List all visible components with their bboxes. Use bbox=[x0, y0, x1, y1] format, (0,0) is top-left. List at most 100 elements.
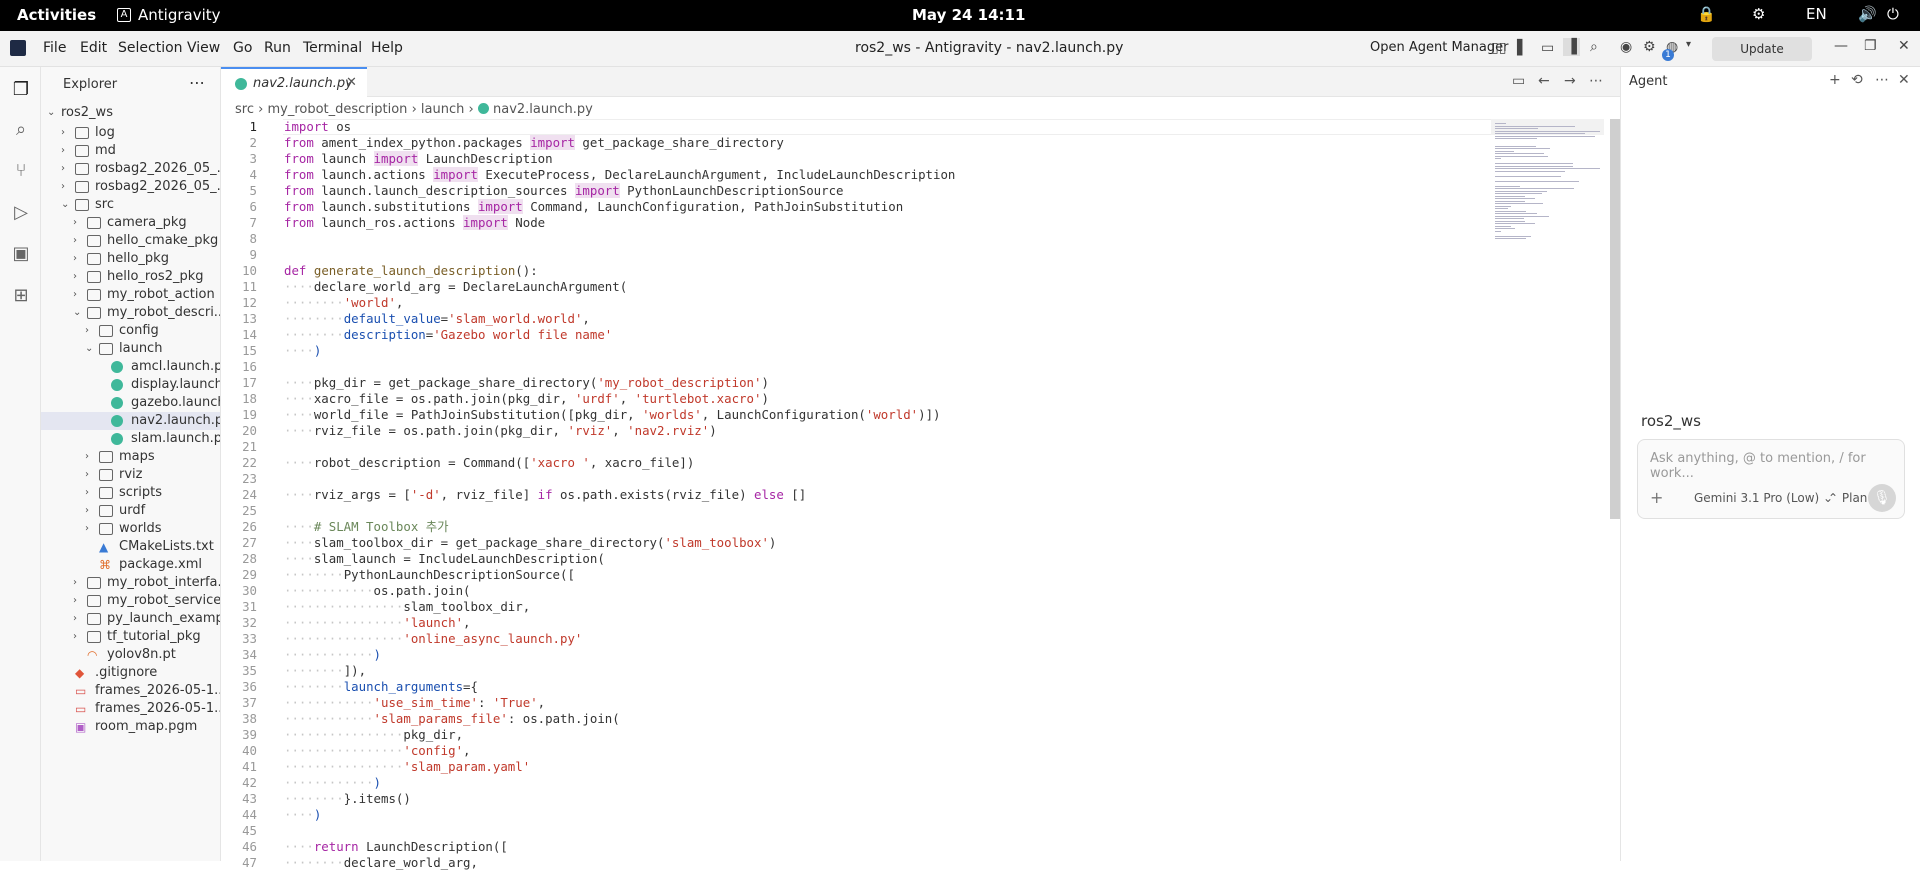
search-icon[interactable]: ⌕ bbox=[1590, 39, 1598, 55]
minimize-icon[interactable]: — bbox=[1834, 38, 1848, 54]
breadcrumb-launch[interactable]: launch bbox=[421, 102, 464, 117]
code-line[interactable]: 16 bbox=[221, 359, 1491, 375]
code-line[interactable]: 3 from launch import LaunchDescription bbox=[221, 151, 1491, 167]
code-line[interactable]: 11 ····declare_world_arg = DeclareLaunchA… bbox=[221, 279, 1491, 295]
toggle-secondary-sidebar-icon[interactable]: ▐ bbox=[1563, 38, 1580, 56]
code-line[interactable]: 37 ············'use_sim_time': 'True', bbox=[221, 695, 1491, 711]
menu-terminal[interactable]: Terminal bbox=[303, 40, 362, 56]
code-line[interactable]: 33 ················'online_async_launch.p… bbox=[221, 631, 1491, 647]
chrome-icon[interactable]: ◉ bbox=[1620, 39, 1632, 55]
update-available-button[interactable]: Update Available bbox=[1712, 37, 1812, 80]
minimap[interactable] bbox=[1491, 119, 1621, 861]
code-line[interactable]: 2 from ament_index_python.packages import… bbox=[221, 135, 1491, 151]
chevron-down-icon[interactable]: ▾ bbox=[1686, 39, 1691, 50]
model-selector[interactable]: Gemini 3.1 Pro (Low) ⌄ bbox=[1694, 491, 1833, 505]
history-icon[interactable]: ⟲ bbox=[1851, 72, 1863, 88]
tree-item[interactable]: › camera_pkg bbox=[41, 214, 220, 232]
tree-item[interactable]: gazebo.launch.py bbox=[41, 394, 220, 412]
code-line[interactable]: 19 ····world_file = PathJoinSubstitution(… bbox=[221, 407, 1491, 423]
code-line[interactable]: 20 ····rviz_file = os.path.join(pkg_dir, … bbox=[221, 423, 1491, 439]
tree-item[interactable]: display.launch.py bbox=[41, 376, 220, 394]
app-menu[interactable]: Antigravity bbox=[138, 6, 221, 24]
tree-item[interactable]: › config bbox=[41, 322, 220, 340]
close-panel-icon[interactable]: ✕ bbox=[1898, 72, 1910, 88]
more-actions-icon[interactable]: ⋯ bbox=[1589, 73, 1603, 89]
code-line[interactable]: 10 def generate_launch_description(): bbox=[221, 263, 1491, 279]
code-line[interactable]: 8 bbox=[221, 231, 1491, 247]
tree-item[interactable]: › rviz bbox=[41, 466, 220, 484]
tree-root[interactable]: ⌄ ros2_ws bbox=[41, 102, 220, 124]
extensions-icon[interactable]: ⊞ bbox=[11, 285, 31, 306]
breadcrumb-file[interactable]: nav2.launch.py bbox=[493, 102, 593, 117]
toggle-primary-sidebar-icon[interactable]: ▌ bbox=[1517, 40, 1528, 56]
code-line[interactable]: 14 ········description='Gazebo world file… bbox=[221, 327, 1491, 343]
code-line[interactable]: 31 ················slam_toolbox_dir, bbox=[221, 599, 1491, 615]
breadcrumb-package[interactable]: my_robot_description bbox=[267, 102, 407, 117]
code-line[interactable]: 46 ····return LaunchDescription([ bbox=[221, 839, 1491, 855]
activities-button[interactable]: Activities bbox=[17, 6, 96, 24]
code-line[interactable]: 35 ········]), bbox=[221, 663, 1491, 679]
tree-item[interactable]: ⌄ src bbox=[41, 196, 220, 214]
tree-item[interactable]: ▣ room_map.pgm bbox=[41, 718, 220, 736]
code-line[interactable]: 38 ············'slam_params_file': os.pat… bbox=[221, 711, 1491, 727]
code-line[interactable]: 27 ····slam_toolbox_dir = get_package_sha… bbox=[221, 535, 1491, 551]
code-line[interactable]: 25 bbox=[221, 503, 1491, 519]
maximize-icon[interactable]: ❐ bbox=[1864, 38, 1877, 54]
menu-go[interactable]: Go bbox=[233, 40, 252, 56]
volume-icon[interactable]: 🔊 bbox=[1858, 5, 1877, 23]
code-line[interactable]: 21 bbox=[221, 439, 1491, 455]
code-line[interactable]: 7 from launch_ros.actions import Node bbox=[221, 215, 1491, 231]
tree-item[interactable]: ▭ frames_2026-05-1... bbox=[41, 700, 220, 718]
microphone-icon[interactable]: 🎙 bbox=[1868, 484, 1896, 512]
tree-item[interactable]: ▭ frames_2026-05-1... bbox=[41, 682, 220, 700]
tree-item[interactable]: › rosbag2_2026_05_... bbox=[41, 160, 220, 178]
code-line[interactable]: 47 ········declare_world_arg, bbox=[221, 855, 1491, 871]
tree-item[interactable]: › rosbag2_2026_05_... bbox=[41, 178, 220, 196]
open-agent-manager-button[interactable]: Open Agent Manager bbox=[1370, 40, 1508, 55]
tree-item[interactable]: › my_robot_action bbox=[41, 286, 220, 304]
code-line[interactable]: 39 ················pkg_dir, bbox=[221, 727, 1491, 743]
code-line[interactable]: 44 ····) bbox=[221, 807, 1491, 823]
code-line[interactable]: 29 ········PythonLaunchDescriptionSource(… bbox=[221, 567, 1491, 583]
tree-item[interactable]: ⌄ my_robot_descri... bbox=[41, 304, 220, 322]
tree-item[interactable]: › md bbox=[41, 142, 220, 160]
tree-item[interactable]: ⌘ package.xml bbox=[41, 556, 220, 574]
search-view-icon[interactable]: ⌕ bbox=[11, 119, 31, 140]
close-window-icon[interactable]: ✕ bbox=[1898, 38, 1910, 54]
power-icon[interactable]: ⏻ bbox=[1887, 5, 1899, 23]
accessibility-icon[interactable]: ⚙ bbox=[1752, 5, 1765, 23]
code-line[interactable]: 36 ········launch_arguments={ bbox=[221, 679, 1491, 695]
go-back-icon[interactable]: ← bbox=[1538, 73, 1550, 89]
tree-item[interactable]: › maps bbox=[41, 448, 220, 466]
language-indicator[interactable]: EN bbox=[1806, 5, 1827, 23]
split-editor-icon[interactable]: ▭ bbox=[1512, 73, 1525, 89]
tree-item[interactable]: slam.launch.py bbox=[41, 430, 220, 448]
tree-item[interactable]: › py_launch_example bbox=[41, 610, 220, 628]
agent-input-box[interactable]: Ask anything, @ to mention, / for work..… bbox=[1637, 439, 1905, 519]
code-line[interactable]: 42 ············) bbox=[221, 775, 1491, 791]
code-line[interactable]: 15 ····) bbox=[221, 343, 1491, 359]
code-line[interactable]: 4 from launch.actions import ExecuteProce… bbox=[221, 167, 1491, 183]
menu-edit[interactable]: Edit bbox=[80, 40, 107, 56]
menu-help[interactable]: Help bbox=[371, 40, 403, 56]
code-line[interactable]: 45 bbox=[221, 823, 1491, 839]
code-line[interactable]: 26 ····# SLAM Toolbox 추가 bbox=[221, 519, 1491, 535]
tree-item[interactable]: ⌄ launch bbox=[41, 340, 220, 358]
code-view[interactable]: 1 import os 2 from ament_index_python.packa… bbox=[221, 119, 1491, 870]
tree-item[interactable]: ▲ CMakeLists.txt bbox=[41, 538, 220, 556]
code-line[interactable]: 1 import os bbox=[221, 119, 1491, 135]
code-line[interactable]: 22 ····robot_description = Command(['xacr… bbox=[221, 455, 1491, 471]
tree-item[interactable]: › my_robot_interfa... bbox=[41, 574, 220, 592]
code-line[interactable]: 30 ············os.path.join( bbox=[221, 583, 1491, 599]
code-line[interactable]: 32 ················'launch', bbox=[221, 615, 1491, 631]
close-tab-icon[interactable]: ✕ bbox=[346, 75, 357, 90]
menu-run[interactable]: Run bbox=[264, 40, 291, 56]
code-line[interactable]: 12 ········'world', bbox=[221, 295, 1491, 311]
breadcrumb-src[interactable]: src bbox=[235, 102, 254, 117]
code-line[interactable]: 18 ····xacro_file = os.path.join(pkg_dir,… bbox=[221, 391, 1491, 407]
lock-icon[interactable]: 🔒 bbox=[1697, 5, 1716, 23]
tree-item[interactable]: › scripts bbox=[41, 484, 220, 502]
add-context-icon[interactable]: + bbox=[1650, 488, 1663, 507]
agent-input-placeholder[interactable]: Ask anything, @ to mention, / for work..… bbox=[1650, 451, 1904, 481]
go-forward-icon[interactable]: → bbox=[1564, 73, 1576, 89]
